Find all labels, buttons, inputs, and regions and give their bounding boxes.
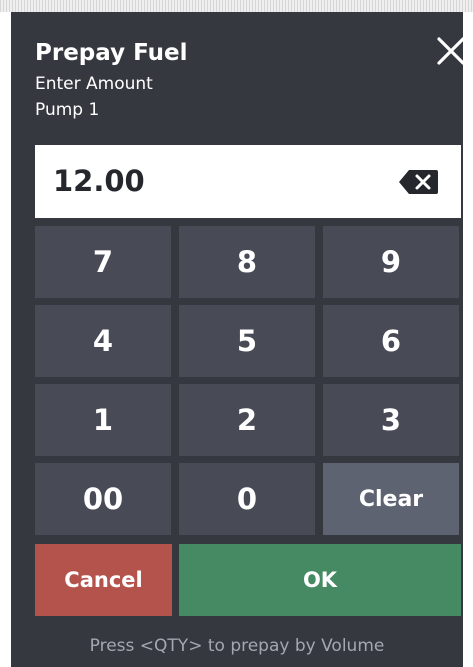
key-7[interactable]: 7 (35, 226, 171, 298)
key-00[interactable]: 00 (35, 463, 171, 535)
key-6[interactable]: 6 (323, 305, 459, 377)
ok-button[interactable]: OK (179, 544, 461, 616)
key-0[interactable]: 0 (179, 463, 315, 535)
key-8[interactable]: 8 (179, 226, 315, 298)
key-5[interactable]: 5 (179, 305, 315, 377)
cancel-button[interactable]: Cancel (35, 544, 172, 616)
prepay-fuel-dialog: Prepay Fuel Enter Amount Pump 1 12.00 7 … (11, 12, 465, 667)
backspace-icon (399, 170, 438, 194)
backspace-button[interactable] (398, 167, 440, 197)
close-icon (437, 37, 465, 65)
key-3[interactable]: 3 (323, 384, 459, 456)
amount-value: 12.00 (53, 164, 145, 198)
key-9[interactable]: 9 (323, 226, 459, 298)
key-1[interactable]: 1 (35, 384, 171, 456)
pump-label: Pump 1 (35, 100, 100, 120)
key-4[interactable]: 4 (35, 305, 171, 377)
footer-hint: Press <QTY> to prepay by Volume (89, 636, 385, 656)
dialog-title: Prepay Fuel (35, 40, 188, 66)
close-button[interactable] (434, 34, 468, 68)
key-2[interactable]: 2 (179, 384, 315, 456)
clear-button[interactable]: Clear (323, 463, 459, 535)
amount-field[interactable]: 12.00 (35, 145, 461, 218)
dialog-subtitle: Enter Amount (35, 74, 153, 94)
background-strip (0, 0, 473, 12)
